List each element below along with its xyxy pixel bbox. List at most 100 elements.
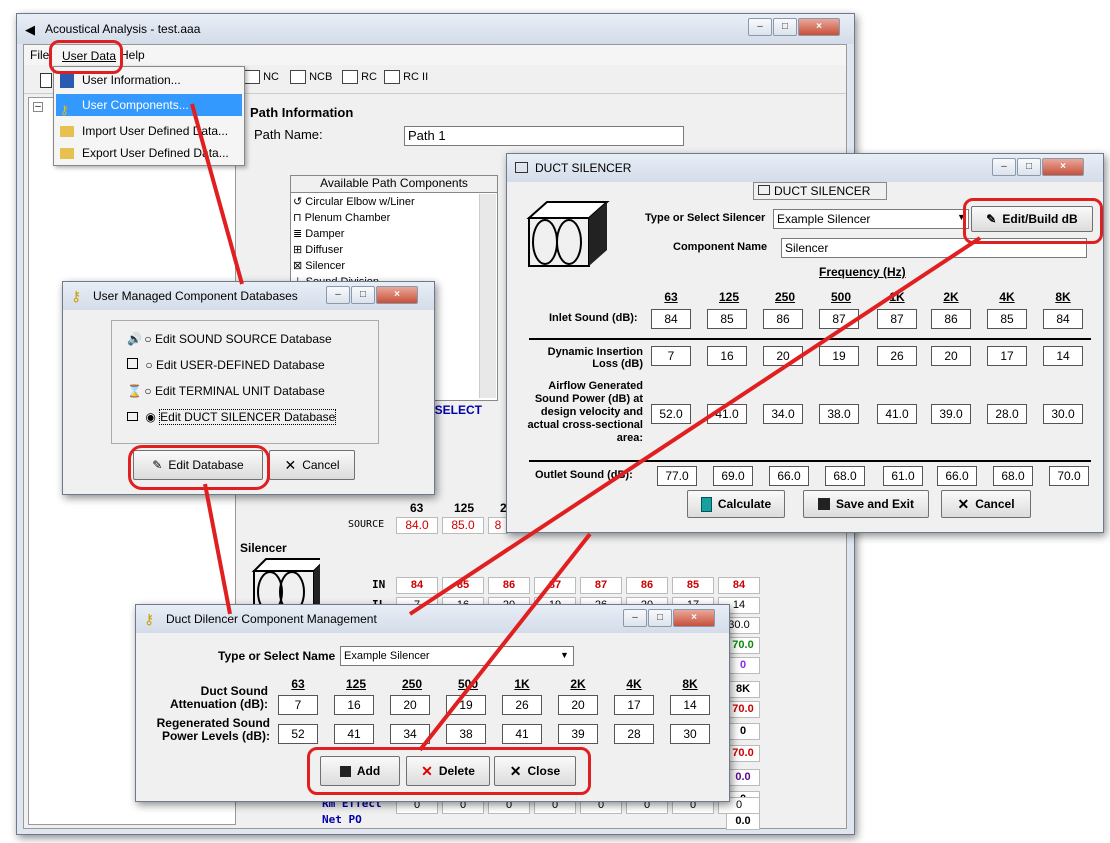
results-cell: 87 (534, 577, 576, 594)
ucd-option-terminal-unit[interactable]: ⌛ ○ Edit TERMINAL UNIT Database (127, 384, 325, 398)
ds-inlet-cell[interactable]: 85 (987, 309, 1027, 329)
ds-agsp-cell[interactable]: 39.0 (931, 404, 971, 424)
list-item[interactable]: ↺ Circular Elbow w/Liner (293, 194, 415, 210)
ucd-option-sound-source[interactable]: 🔊 ○ Edit SOUND SOURCE Database (127, 332, 332, 346)
ds-dil-cell[interactable]: 19 (819, 346, 859, 366)
ds-dil-cell[interactable]: 16 (707, 346, 747, 366)
dd-att-cell[interactable]: 16 (334, 695, 374, 715)
list-item[interactable]: ⊓ Plenum Chamber (293, 210, 415, 226)
ds-agsp-cell[interactable]: 38.0 (819, 404, 859, 424)
ds-inlet-cell[interactable]: 87 (819, 309, 859, 329)
radio-sound-source[interactable]: ○ (144, 332, 151, 346)
dd-type-dropdown-icon[interactable]: ▼ (560, 650, 569, 660)
dd-regen-cell[interactable]: 52 (278, 724, 318, 744)
menu-item-import[interactable]: Import User Defined Data... (56, 121, 242, 141)
ds-cancel-button[interactable]: ✕ Cancel (941, 490, 1031, 518)
dd-regen-cell[interactable]: 28 (614, 724, 654, 744)
dd-regen-cell[interactable]: 30 (670, 724, 710, 744)
ds-dil-cell[interactable]: 14 (1043, 346, 1083, 366)
path-name-input[interactable]: Path 1 (404, 126, 684, 146)
dd-att-cell[interactable]: 14 (670, 695, 710, 715)
ds-inlet-cell[interactable]: 85 (707, 309, 747, 329)
menu-file[interactable]: File (30, 48, 49, 62)
radio-terminal-unit[interactable]: ○ (144, 384, 151, 398)
radio-duct-silencer[interactable]: ◉ (145, 410, 155, 424)
ucd-option-duct-silencer[interactable]: ◉ Edit DUCT SILENCER Database (127, 409, 337, 425)
dd-att-cell[interactable]: 19 (446, 695, 486, 715)
ds-dil-cell[interactable]: 7 (651, 346, 691, 366)
ds-dil-cell[interactable]: 20 (931, 346, 971, 366)
ds-agsp-cell[interactable]: 30.0 (1043, 404, 1083, 424)
results-cell: 84 (718, 577, 760, 594)
dd-att-cell[interactable]: 20 (558, 695, 598, 715)
list-scrollbar[interactable] (479, 194, 496, 398)
component-list[interactable]: ↺ Circular Elbow w/Liner ⊓ Plenum Chambe… (293, 194, 415, 290)
maximize-button[interactable]: □ (351, 286, 375, 304)
ucd-option-user-defined[interactable]: ○ Edit USER-DEFINED Database (127, 358, 325, 372)
new-document-icon[interactable] (40, 73, 52, 88)
ds-agsp-cell[interactable]: 41.0 (877, 404, 917, 424)
list-item[interactable]: ⊞ Diffuser (293, 242, 415, 258)
tab-rc[interactable]: RC (342, 70, 377, 84)
ds-type-select[interactable]: Example Silencer (773, 209, 969, 229)
dd-regen-cell[interactable]: 34 (390, 724, 430, 744)
ds-titlebar: DUCT SILENCER – □ × (507, 154, 1103, 182)
dd-att-cell[interactable]: 17 (614, 695, 654, 715)
dd-att-cell[interactable]: 7 (278, 695, 318, 715)
dd-regen-cell[interactable]: 39 (558, 724, 598, 744)
minimize-button[interactable]: – (623, 609, 647, 627)
ds-inlet-cell[interactable]: 87 (877, 309, 917, 329)
menu-item-label: User Information... (82, 73, 181, 87)
ds-inlet-cell[interactable]: 84 (651, 309, 691, 329)
minimize-button[interactable]: – (992, 158, 1016, 176)
menu-help[interactable]: Help (120, 48, 145, 62)
minimize-button[interactable]: – (326, 286, 350, 304)
source-cell: 84.0 (396, 517, 438, 534)
dd-regen-cell[interactable]: 41 (334, 724, 374, 744)
ucd-cancel-label: Cancel (302, 458, 340, 472)
dd-regen-cell[interactable]: 38 (446, 724, 486, 744)
ds-inlet-cell[interactable]: 84 (1043, 309, 1083, 329)
ds-agsp-cell[interactable]: 34.0 (763, 404, 803, 424)
ds-outlet-cell: 70.0 (1049, 466, 1089, 486)
menu-item-user-components[interactable]: ⚷ User Components... (56, 94, 242, 117)
menu-item-export[interactable]: Export User Defined Data... (56, 143, 242, 163)
minimize-button[interactable]: – (748, 18, 772, 36)
tab-ncb[interactable]: NCB (290, 70, 332, 84)
tab-rc-ii[interactable]: RC II (384, 70, 428, 84)
maximize-button[interactable]: □ (773, 18, 797, 36)
calculate-button[interactable]: Calculate (687, 490, 785, 518)
list-item[interactable]: ⊠ Silencer (293, 258, 415, 274)
diffuser-icon: ⊞ (293, 244, 303, 256)
save-exit-button[interactable]: Save and Exit (803, 490, 929, 518)
close-button[interactable]: × (798, 18, 840, 36)
ds-freq-heading: Frequency (Hz) (819, 265, 906, 279)
ds-outlet-cell: 68.0 (825, 466, 865, 486)
key-icon: ⚷ (60, 102, 69, 117)
ds-dil-cell[interactable]: 20 (763, 346, 803, 366)
ds-dil-cell[interactable]: 26 (877, 346, 917, 366)
dd-type-select[interactable]: Example Silencer (340, 646, 574, 666)
maximize-button[interactable]: □ (648, 609, 672, 627)
maximize-button[interactable]: □ (1017, 158, 1041, 176)
dd-att-cell[interactable]: 26 (502, 695, 542, 715)
ds-inlet-cell[interactable]: 86 (931, 309, 971, 329)
close-button[interactable]: × (1042, 158, 1084, 176)
tab-nc[interactable]: NC (244, 70, 279, 84)
close-button[interactable]: × (673, 609, 715, 627)
dd-regen-cell[interactable]: 41 (502, 724, 542, 744)
ds-agsp-cell[interactable]: 52.0 (651, 404, 691, 424)
ds-outlet-label: Outlet Sound (dB): (535, 469, 633, 481)
ucd-cancel-button[interactable]: ✕ Cancel (269, 450, 355, 480)
ds-inlet-cell[interactable]: 86 (763, 309, 803, 329)
ds-dil-cell[interactable]: 17 (987, 346, 1027, 366)
ucd-titlebar: ⚷ User Managed Component Databases – □ × (63, 282, 434, 310)
tree-expand-icon[interactable]: – (33, 102, 43, 112)
ds-band-header: 2K (943, 290, 959, 304)
dd-att-cell[interactable]: 20 (390, 695, 430, 715)
ds-agsp-cell[interactable]: 28.0 (987, 404, 1027, 424)
radio-user-defined[interactable]: ○ (145, 358, 152, 372)
list-item[interactable]: ≣ Damper (293, 226, 415, 242)
close-button[interactable]: × (376, 286, 418, 304)
ds-agsp-cell[interactable]: 41.0 (707, 404, 747, 424)
